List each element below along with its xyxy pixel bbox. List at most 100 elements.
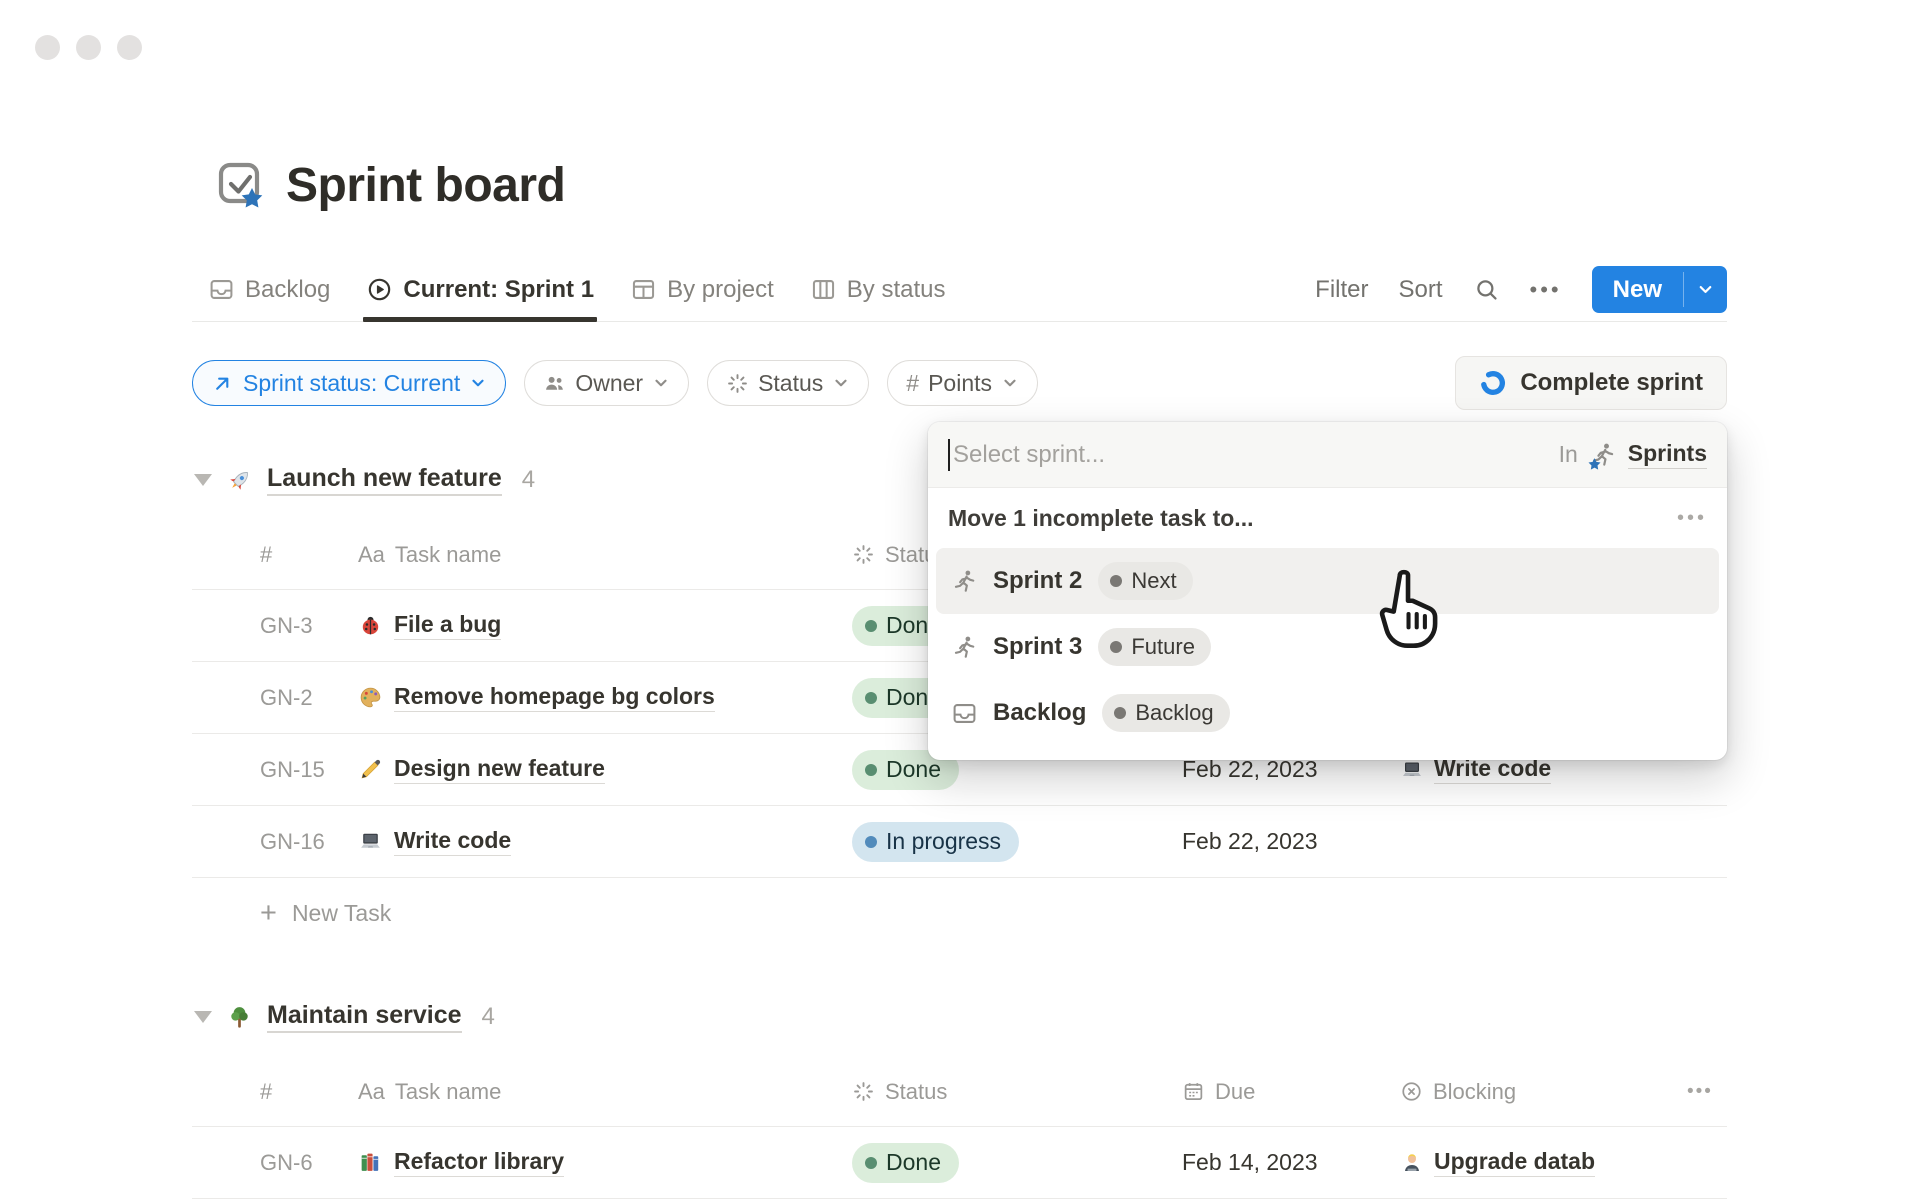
- people-icon: [543, 372, 566, 395]
- aa-icon: Aa: [358, 1079, 385, 1105]
- group-header: Maintain service 4: [192, 995, 1727, 1039]
- search-icon: [1473, 276, 1500, 303]
- task-title[interactable]: Design new feature: [394, 755, 605, 784]
- column-header-name[interactable]: Aa Task name: [358, 542, 852, 568]
- column-options-button[interactable]: •••: [1687, 1081, 1727, 1103]
- table-header-row: # Aa Task name Status Due Blocking ••: [192, 1057, 1727, 1127]
- due-date[interactable]: Feb 22, 2023: [1182, 756, 1400, 783]
- task-table: # Aa Task name Status Due Blocking ••: [192, 1057, 1727, 1199]
- tab-by-project[interactable]: By project: [630, 258, 774, 321]
- inbox-icon: [951, 700, 978, 727]
- collapse-toggle-icon[interactable]: [194, 474, 212, 486]
- chevron-down-icon: [1001, 374, 1019, 392]
- laptop-emoji-icon: [1400, 758, 1424, 782]
- status-badge[interactable]: Done: [852, 1143, 959, 1183]
- view-tabs-bar: Backlog Current: Sprint 1 By project By …: [192, 258, 1727, 322]
- blocking-task-link[interactable]: Upgrade datab: [1434, 1148, 1595, 1177]
- chip-label: Owner: [575, 370, 643, 397]
- option-backlog[interactable]: Backlog Backlog: [936, 680, 1719, 746]
- group-title[interactable]: Maintain service: [267, 1001, 462, 1033]
- column-header-blocking[interactable]: Blocking: [1400, 1079, 1687, 1105]
- star-icon: [1587, 457, 1602, 472]
- runner-icon: [951, 568, 978, 595]
- new-button[interactable]: New: [1592, 266, 1727, 313]
- task-title[interactable]: Refactor library: [394, 1148, 564, 1177]
- column-header-due[interactable]: Due: [1182, 1079, 1400, 1105]
- column-header-name[interactable]: Aa Task name: [358, 1079, 852, 1105]
- arrow-up-right-icon: [211, 372, 234, 395]
- task-title[interactable]: File a bug: [394, 611, 501, 640]
- collapse-toggle-icon[interactable]: [194, 1011, 212, 1023]
- chip-label: Status: [758, 370, 823, 397]
- task-id: GN-6: [192, 1150, 358, 1176]
- tab-by-status[interactable]: By status: [810, 258, 946, 321]
- owner-filter-chip[interactable]: Owner: [524, 360, 689, 406]
- sprint-search-input[interactable]: [953, 441, 1559, 469]
- checkbox-star-page-icon[interactable]: [216, 160, 268, 212]
- option-sprint-3[interactable]: Sprint 3 Future: [936, 614, 1719, 680]
- task-row[interactable]: GN-16 Write code In progress Feb 22, 202…: [192, 806, 1727, 878]
- sprint-progress-icon: [1479, 369, 1507, 397]
- task-title[interactable]: Write code: [394, 827, 511, 856]
- status-dot-icon: [1110, 641, 1122, 653]
- group-maintain-service: Maintain service 4 # Aa Task name Status…: [192, 995, 1727, 1199]
- column-header-id[interactable]: #: [192, 542, 358, 568]
- circle-x-icon: [1400, 1080, 1423, 1103]
- complete-sprint-button[interactable]: Complete sprint: [1455, 356, 1727, 410]
- option-sprint-2[interactable]: Sprint 2 Next: [936, 548, 1719, 614]
- sort-button[interactable]: Sort: [1399, 276, 1443, 304]
- new-task-button[interactable]: + New Task: [192, 878, 1727, 948]
- task-id: GN-2: [192, 685, 358, 711]
- due-date[interactable]: Feb 22, 2023: [1182, 828, 1400, 855]
- sprint-status-badge: Next: [1098, 562, 1192, 600]
- tab-current-sprint[interactable]: Current: Sprint 1: [366, 258, 594, 321]
- page-header: Sprint board: [216, 158, 565, 213]
- search-button[interactable]: [1473, 276, 1500, 303]
- popup-more-button[interactable]: •••: [1677, 507, 1707, 530]
- tab-label: Backlog: [245, 276, 330, 304]
- window-dot[interactable]: [76, 35, 101, 60]
- tab-label: By project: [667, 276, 774, 304]
- status-dot-icon: [1110, 575, 1122, 587]
- new-button-label[interactable]: New: [1592, 266, 1683, 313]
- task-row[interactable]: GN-6 Refactor library Done Feb 14, 2023 …: [192, 1127, 1727, 1199]
- status-badge[interactable]: In progress: [852, 822, 1019, 862]
- popup-heading-row: Move 1 incomplete task to... •••: [928, 488, 1727, 548]
- writing-hand-emoji-icon: [358, 757, 383, 782]
- tab-label: Current: Sprint 1: [403, 276, 594, 304]
- sprint-options-list: Sprint 2 Next Sprint 3 Future Backlog Ba…: [928, 548, 1727, 746]
- filter-button[interactable]: Filter: [1315, 276, 1368, 304]
- sprint-status-badge: Backlog: [1102, 694, 1229, 732]
- points-filter-chip[interactable]: # Points: [887, 360, 1038, 406]
- toolbar: Filter Sort ••• New: [1315, 266, 1727, 313]
- move-to-sprint-popup: In Sprints Move 1 incomplete task to... …: [928, 422, 1727, 760]
- technologist-emoji-icon: [1400, 1151, 1424, 1175]
- status-filter-chip[interactable]: Status: [707, 360, 869, 406]
- due-date[interactable]: Feb 14, 2023: [1182, 1149, 1400, 1176]
- window-controls: [35, 35, 142, 60]
- ladybug-emoji-icon: [358, 613, 383, 638]
- table-icon: [630, 276, 657, 303]
- tree-emoji-icon: [226, 1004, 253, 1031]
- task-id: GN-16: [192, 829, 358, 855]
- status-spinner-icon: [852, 1080, 875, 1103]
- task-title[interactable]: Remove homepage bg colors: [394, 683, 715, 712]
- sprint-status-filter-chip[interactable]: Sprint status: Current: [192, 360, 506, 406]
- column-header-id[interactable]: #: [192, 1079, 358, 1105]
- group-count: 4: [522, 466, 535, 494]
- sprint-status-badge: Future: [1098, 628, 1211, 666]
- group-title[interactable]: Launch new feature: [267, 464, 502, 496]
- group-count: 4: [482, 1003, 495, 1031]
- window-dot[interactable]: [117, 35, 142, 60]
- calendar-icon: [1182, 1080, 1205, 1103]
- more-options-button[interactable]: •••: [1530, 277, 1562, 303]
- column-header-status[interactable]: Status: [852, 1079, 1182, 1105]
- window-dot[interactable]: [35, 35, 60, 60]
- tab-backlog[interactable]: Backlog: [208, 258, 330, 321]
- option-label: Backlog: [993, 699, 1086, 727]
- status-spinner-icon: [852, 543, 875, 566]
- new-dropdown-button[interactable]: [1684, 266, 1727, 313]
- sprints-database-link[interactable]: Sprints: [1628, 440, 1707, 469]
- text-cursor: [948, 439, 950, 471]
- blocking-cell[interactable]: Upgrade datab: [1400, 1148, 1687, 1177]
